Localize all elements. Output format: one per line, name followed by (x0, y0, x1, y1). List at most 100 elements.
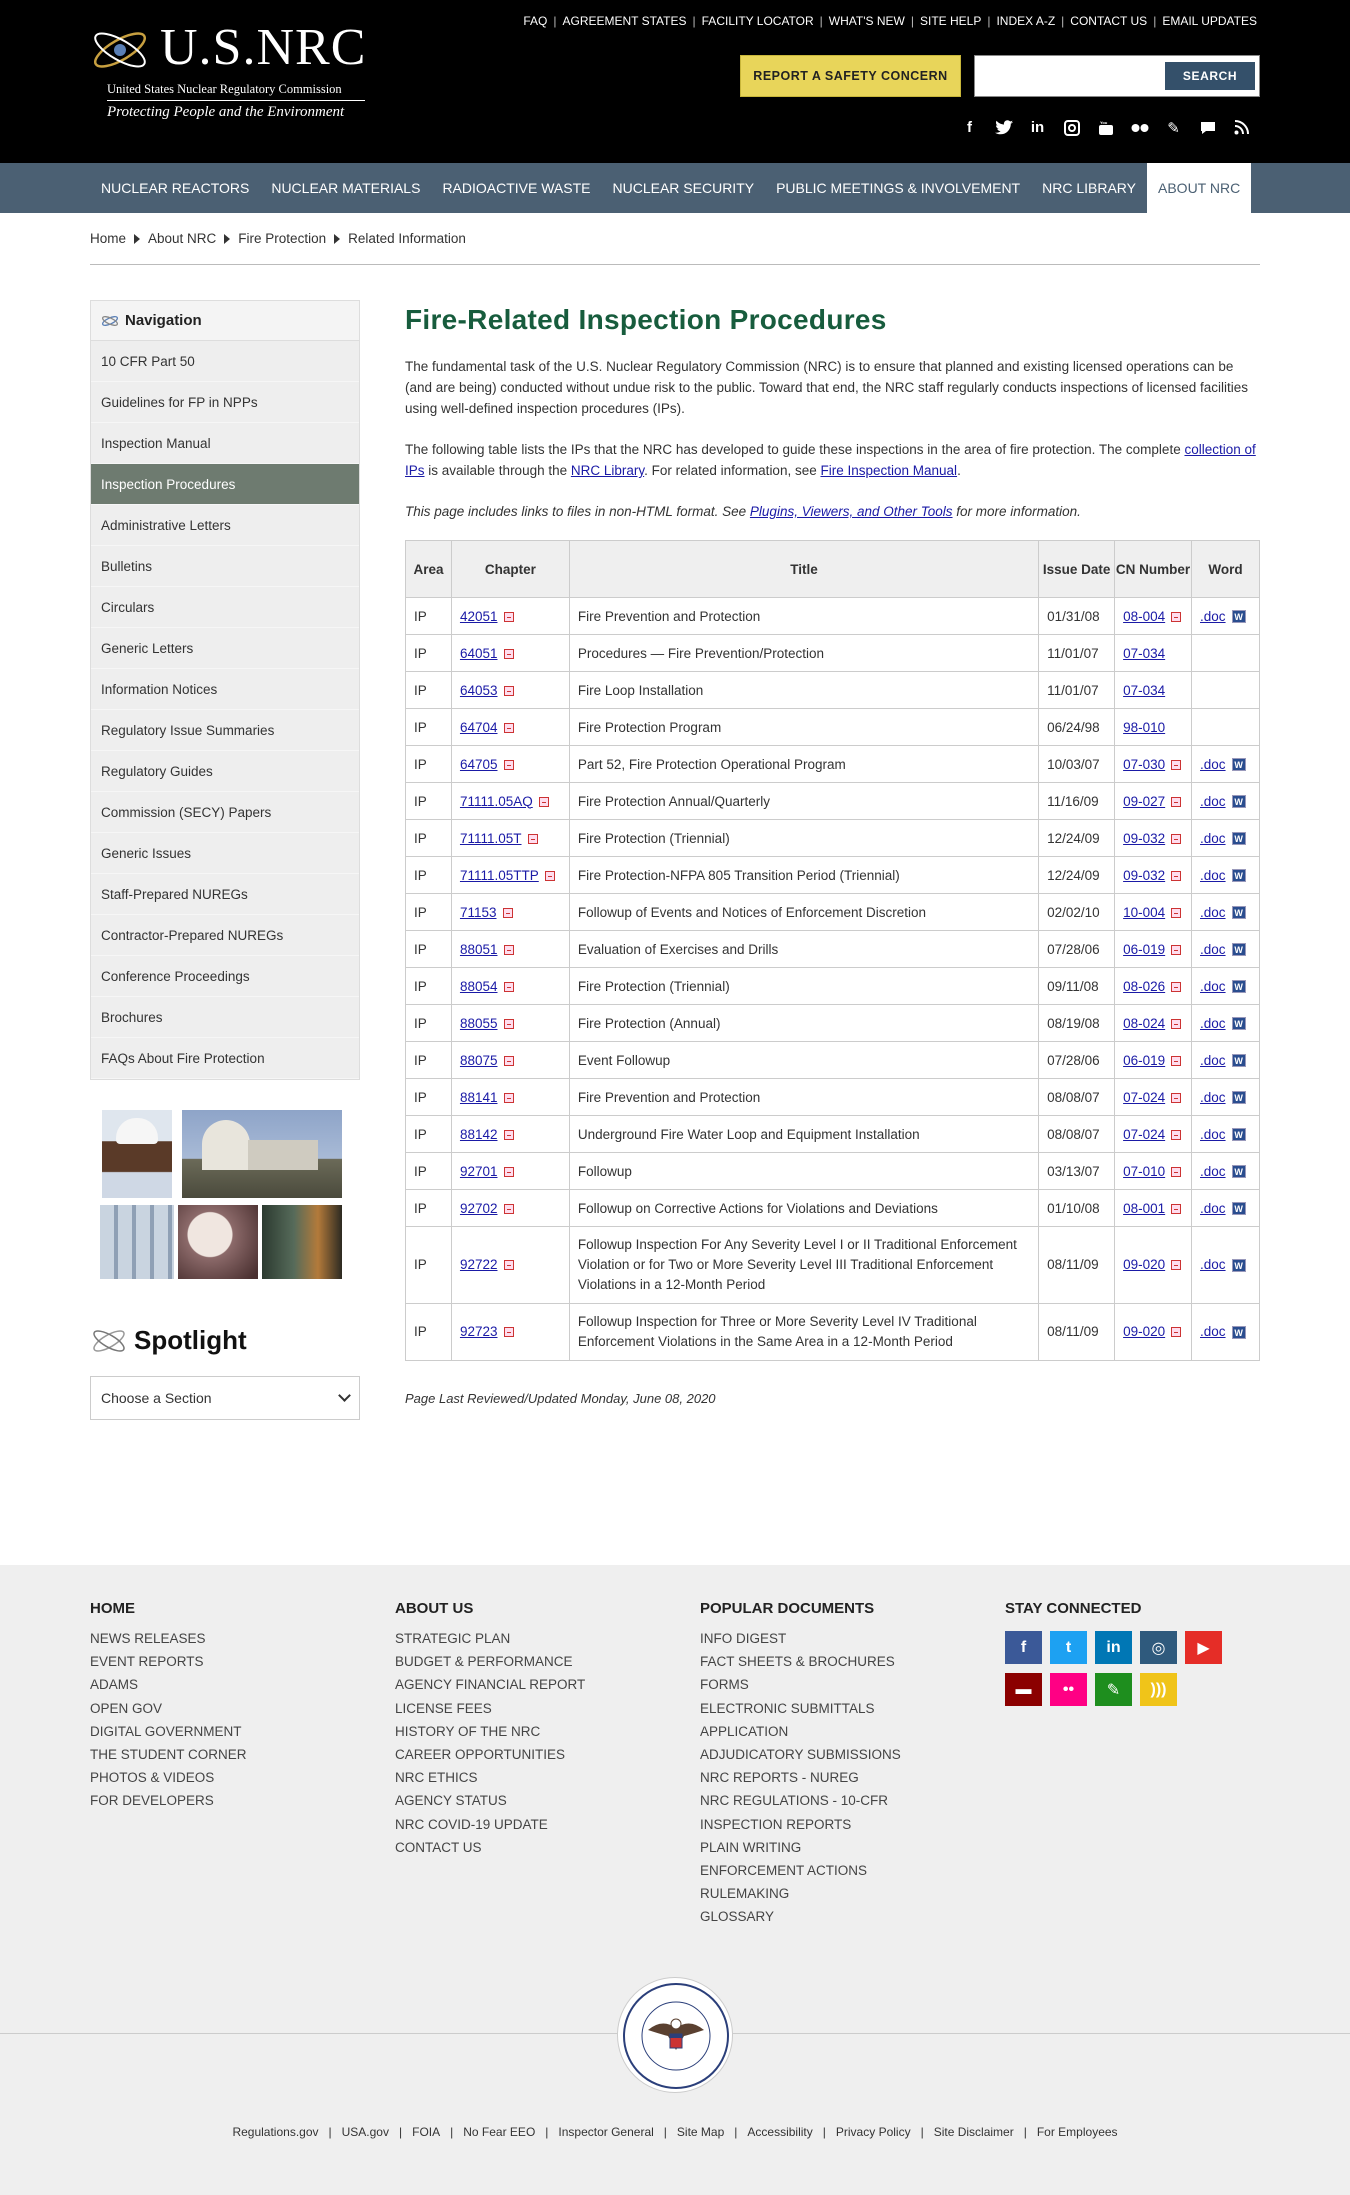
footer-link[interactable]: OPEN GOV (90, 1701, 247, 1724)
linkedin-icon[interactable]: in (1027, 117, 1048, 138)
word-doc-link[interactable]: .doc (1200, 1201, 1226, 1216)
footer-bottom-link[interactable]: For Employees (1037, 2125, 1118, 2139)
sidebar-nav-item[interactable]: Staff-Prepared NUREGs (91, 874, 359, 915)
footer-heading[interactable]: ABOUT US (395, 1600, 585, 1617)
footer-heading[interactable]: HOME (90, 1600, 247, 1617)
breadcrumb-item[interactable]: About NRC (148, 231, 216, 246)
footer-link[interactable]: NRC COVID-19 UPDATE (395, 1817, 585, 1840)
cn-number-link[interactable]: 06-019 (1123, 1053, 1165, 1068)
chapter-link[interactable]: 71111.05AQ (460, 794, 533, 809)
cn-number-link[interactable]: 09-027 (1123, 794, 1165, 809)
footer-link[interactable]: ENFORCEMENT ACTIONS (700, 1863, 901, 1886)
sidebar-nav-item[interactable]: Inspection Manual (91, 423, 359, 464)
cn-number-link[interactable]: 07-034 (1123, 646, 1165, 661)
breadcrumb-item[interactable]: Related Information (348, 231, 466, 246)
cn-number-link[interactable]: 09-020 (1123, 1324, 1165, 1339)
rss-icon[interactable]: ))) (1140, 1673, 1177, 1706)
linkedin-icon[interactable]: in (1095, 1631, 1132, 1664)
twitter-icon[interactable]: t (1050, 1631, 1087, 1664)
chapter-link[interactable]: 88075 (460, 1053, 498, 1068)
cn-number-link[interactable]: 98-010 (1123, 720, 1165, 735)
footer-link[interactable]: INSPECTION REPORTS (700, 1817, 901, 1840)
utility-link[interactable]: INDEX A-Z (996, 14, 1055, 28)
chapter-link[interactable]: 92723 (460, 1324, 498, 1339)
footer-bottom-link[interactable]: Inspector General (558, 2125, 653, 2139)
cn-number-link[interactable]: 09-020 (1123, 1257, 1165, 1272)
sidebar-nav-item[interactable]: Guidelines for FP in NPPs (91, 382, 359, 423)
footer-link[interactable]: NRC REPORTS - NUREG (700, 1770, 901, 1793)
main-nav-item[interactable]: NUCLEAR REACTORS (90, 163, 260, 213)
footer-bottom-link[interactable]: Regulations.gov (232, 2125, 318, 2139)
sidebar-nav-item[interactable]: 10 CFR Part 50 (91, 341, 359, 382)
pencil-icon[interactable]: ✎ (1163, 117, 1184, 138)
cn-number-link[interactable]: 07-034 (1123, 683, 1165, 698)
footer-link[interactable]: FORMS (700, 1677, 901, 1700)
twitter-icon[interactable] (993, 117, 1014, 138)
footer-link[interactable]: APPLICATION (700, 1724, 901, 1747)
sidebar-nav-item[interactable]: Regulatory Guides (91, 751, 359, 792)
main-nav-item[interactable]: NRC LIBRARY (1031, 163, 1147, 213)
word-doc-link[interactable]: .doc (1200, 794, 1226, 809)
utility-link[interactable]: EMAIL UPDATES (1162, 14, 1257, 28)
plugins-viewers-link[interactable]: Plugins, Viewers, and Other Tools (750, 504, 953, 519)
footer-heading[interactable]: POPULAR DOCUMENTS (700, 1600, 901, 1617)
main-nav-item[interactable]: NUCLEAR MATERIALS (260, 163, 431, 213)
search-button[interactable]: SEARCH (1165, 62, 1255, 90)
chapter-link[interactable]: 64705 (460, 757, 498, 772)
footer-link[interactable]: NRC REGULATIONS - 10-CFR (700, 1793, 901, 1816)
cn-number-link[interactable]: 08-026 (1123, 979, 1165, 994)
chapter-link[interactable]: 92702 (460, 1201, 498, 1216)
flickr-icon[interactable]: •• (1050, 1673, 1087, 1706)
utility-link[interactable]: AGREEMENT STATES (562, 14, 686, 28)
word-doc-link[interactable]: .doc (1200, 1016, 1226, 1031)
main-nav-item[interactable]: PUBLIC MEETINGS & INVOLVEMENT (765, 163, 1031, 213)
word-doc-link[interactable]: .doc (1200, 609, 1226, 624)
flickr-icon[interactable] (1129, 117, 1150, 138)
sidebar-nav-item[interactable]: Conference Proceedings (91, 956, 359, 997)
word-doc-link[interactable]: .doc (1200, 757, 1226, 772)
word-doc-link[interactable]: .doc (1200, 1164, 1226, 1179)
cn-number-link[interactable]: 10-004 (1123, 905, 1165, 920)
utility-link[interactable]: CONTACT US (1070, 14, 1147, 28)
footer-link[interactable]: GLOSSARY (700, 1909, 901, 1932)
footer-link[interactable]: NEWS RELEASES (90, 1631, 247, 1654)
search-input[interactable] (981, 64, 1161, 88)
footer-bottom-link[interactable]: Accessibility (747, 2125, 812, 2139)
footer-link[interactable]: FACT SHEETS & BROCHURES (700, 1654, 901, 1677)
youtube-icon[interactable]: ▶ (1185, 1631, 1222, 1664)
chat-icon[interactable] (1197, 117, 1218, 138)
word-doc-link[interactable]: .doc (1200, 1324, 1226, 1339)
footer-link[interactable]: CAREER OPPORTUNITIES (395, 1747, 585, 1770)
word-doc-link[interactable]: .doc (1200, 868, 1226, 883)
cn-number-link[interactable]: 09-032 (1123, 831, 1165, 846)
footer-link[interactable]: RULEMAKING (700, 1886, 901, 1909)
facebook-icon[interactable]: f (1005, 1631, 1042, 1664)
footer-bottom-link[interactable]: Site Disclaimer (934, 2125, 1014, 2139)
footer-link[interactable]: PLAIN WRITING (700, 1840, 901, 1863)
nrc-library-link[interactable]: NRC Library (571, 463, 644, 478)
footer-link[interactable]: PHOTOS & VIDEOS (90, 1770, 247, 1793)
chapter-link[interactable]: 42051 (460, 609, 498, 624)
breadcrumb-item[interactable]: Fire Protection (238, 231, 326, 246)
facebook-icon[interactable]: f (959, 117, 980, 138)
nrc-logo[interactable]: U.S.NRC United States Nuclear Regulatory… (90, 18, 380, 128)
youtube-icon[interactable]: You (1095, 117, 1116, 138)
pencil-icon[interactable]: ✎ (1095, 1673, 1132, 1706)
footer-bottom-link[interactable]: No Fear EEO (463, 2125, 535, 2139)
sidebar-nav-item[interactable]: Inspection Procedures (91, 464, 359, 505)
instagram-icon[interactable]: ◎ (1140, 1631, 1177, 1664)
word-doc-link[interactable]: .doc (1200, 831, 1226, 846)
breadcrumb-item[interactable]: Home (90, 231, 126, 246)
sidebar-nav-item[interactable]: Bulletins (91, 546, 359, 587)
footer-bottom-link[interactable]: USA.gov (342, 2125, 389, 2139)
chapter-link[interactable]: 88055 (460, 1016, 498, 1031)
chapter-link[interactable]: 88051 (460, 942, 498, 957)
rss-icon[interactable] (1231, 117, 1252, 138)
cn-number-link[interactable]: 07-024 (1123, 1127, 1165, 1142)
chat-icon[interactable]: ▬ (1005, 1673, 1042, 1706)
chapter-link[interactable]: 92722 (460, 1257, 498, 1272)
footer-link[interactable]: FOR DEVELOPERS (90, 1793, 247, 1816)
footer-link[interactable]: STRATEGIC PLAN (395, 1631, 585, 1654)
sidebar-nav-item[interactable]: Generic Issues (91, 833, 359, 874)
word-doc-link[interactable]: .doc (1200, 979, 1226, 994)
